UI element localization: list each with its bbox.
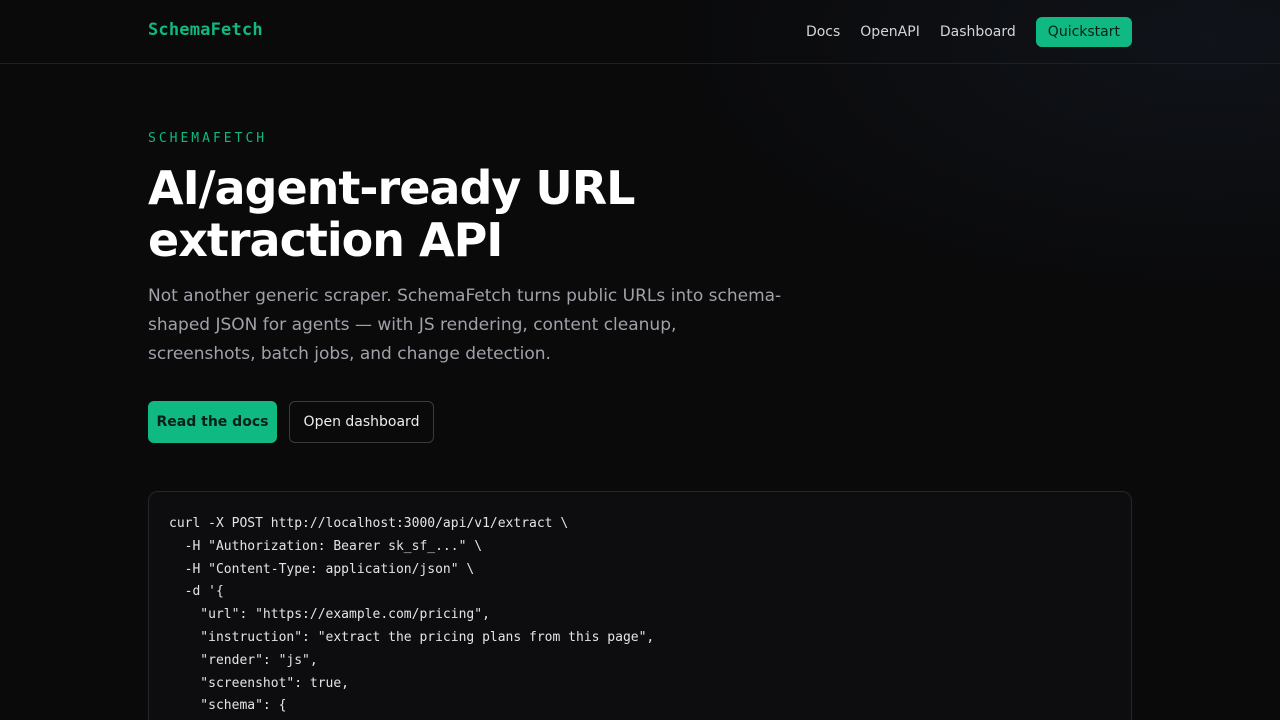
top-nav-bar: SchemaFetch Docs OpenAPI Dashboard Quick… [0,0,1280,64]
code-line: "instruction": "extract the pricing plan… [169,629,655,645]
code-line: -d '{ [169,584,224,600]
quickstart-button[interactable]: Quickstart [1035,17,1132,47]
code-line: "schema": { [169,698,287,714]
nav-link-openapi[interactable]: OpenAPI [860,24,920,40]
open-dashboard-button[interactable]: Open dashboard [289,401,434,443]
code-sample-card: curl -X POST http://localhost:3000/api/v… [148,491,1132,720]
page: SchemaFetch Docs OpenAPI Dashboard Quick… [0,0,1280,720]
nav-link-dashboard[interactable]: Dashboard [940,24,1016,40]
code-line: "screenshot": true, [169,675,350,691]
nav-link-docs[interactable]: Docs [806,24,840,40]
code-sample[interactable]: curl -X POST http://localhost:3000/api/v… [169,513,1111,718]
code-line: "render": "js", [169,652,318,668]
main-nav: Docs OpenAPI Dashboard Quickstart [786,16,1132,48]
code-line: "url": "https://example.com/pricing", [169,607,490,623]
code-line: curl -X POST http://localhost:3000/api/v… [169,516,569,531]
read-docs-button[interactable]: Read the docs [148,401,277,443]
brand-logo[interactable]: SchemaFetch [148,20,263,40]
hero-description: Not another generic scraper. SchemaFetch… [148,286,782,364]
code-line: -H "Content-Type: application/json" \ [169,561,475,577]
code-line: -H "Authorization: Bearer sk_sf_..." \ [169,538,483,554]
hero-title: AI/agent-ready URL extraction API [148,161,635,267]
hero-eyebrow: SCHEMAFETCH [148,131,268,146]
